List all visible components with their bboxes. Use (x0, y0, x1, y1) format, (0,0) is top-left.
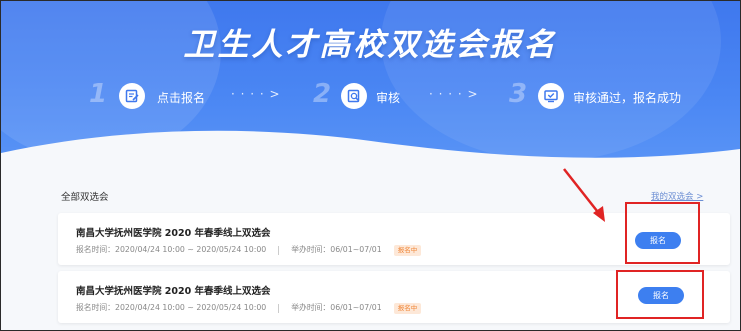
hold-time: 举办时间：06/01~07/01 (291, 245, 382, 254)
status-badge: 报名中 (393, 244, 422, 256)
status-badge: 报名中 (393, 302, 422, 314)
step-arrow: · · · · > (429, 87, 479, 101)
section-title: 全部双选会 (61, 192, 109, 203)
annotation-arrow-icon (563, 168, 605, 222)
process-steps: 1 点击报名 · · · · > 2 审核 · · · · > 3 审核通过，报… (1, 79, 740, 119)
search-doc-icon (341, 83, 367, 109)
registration-time: 报名时间：2020/04/24 10:00 ~ 2020/05/24 10:00 (76, 303, 267, 312)
highlight-box (616, 270, 704, 319)
fair-meta: 报名时间：2020/04/24 10:00 ~ 2020/05/24 10:00… (76, 244, 422, 256)
step-2-label: 审核 (376, 91, 401, 105)
page-title: 卫生人才高校双选会报名 (183, 27, 558, 63)
hero-wave (1, 130, 740, 169)
step-1-number: 1 (89, 79, 108, 109)
fair-title: 南昌大学抚州医学院 2020 年春季线上双选会 (76, 228, 271, 239)
page-frame: 卫生人才高校双选会报名 1 点击报名 · · · · > 2 审核 · · · … (0, 0, 741, 331)
my-fairs-link[interactable]: 我的双选会 > (651, 190, 703, 202)
hold-time: 举办时间：06/01~07/01 (291, 303, 382, 312)
step-2-number: 2 (313, 79, 332, 109)
registration-time: 报名时间：2020/04/24 10:00 ~ 2020/05/24 10:00 (76, 245, 267, 254)
step-arrow: · · · · > (231, 87, 281, 101)
fair-title: 南昌大学抚州医学院 2020 年春季线上双选会 (76, 286, 271, 297)
step-3-label: 审核通过，报名成功 (573, 91, 682, 105)
edit-icon (119, 83, 145, 109)
hero-banner: 卫生人才高校双选会报名 1 点击报名 · · · · > 2 审核 · · · … (1, 1, 740, 169)
step-1-label: 点击报名 (157, 91, 206, 105)
step-3-number: 3 (509, 79, 528, 109)
check-screen-icon (538, 83, 564, 109)
highlight-box (625, 202, 700, 264)
fair-meta: 报名时间：2020/04/24 10:00 ~ 2020/05/24 10:00… (76, 302, 422, 314)
